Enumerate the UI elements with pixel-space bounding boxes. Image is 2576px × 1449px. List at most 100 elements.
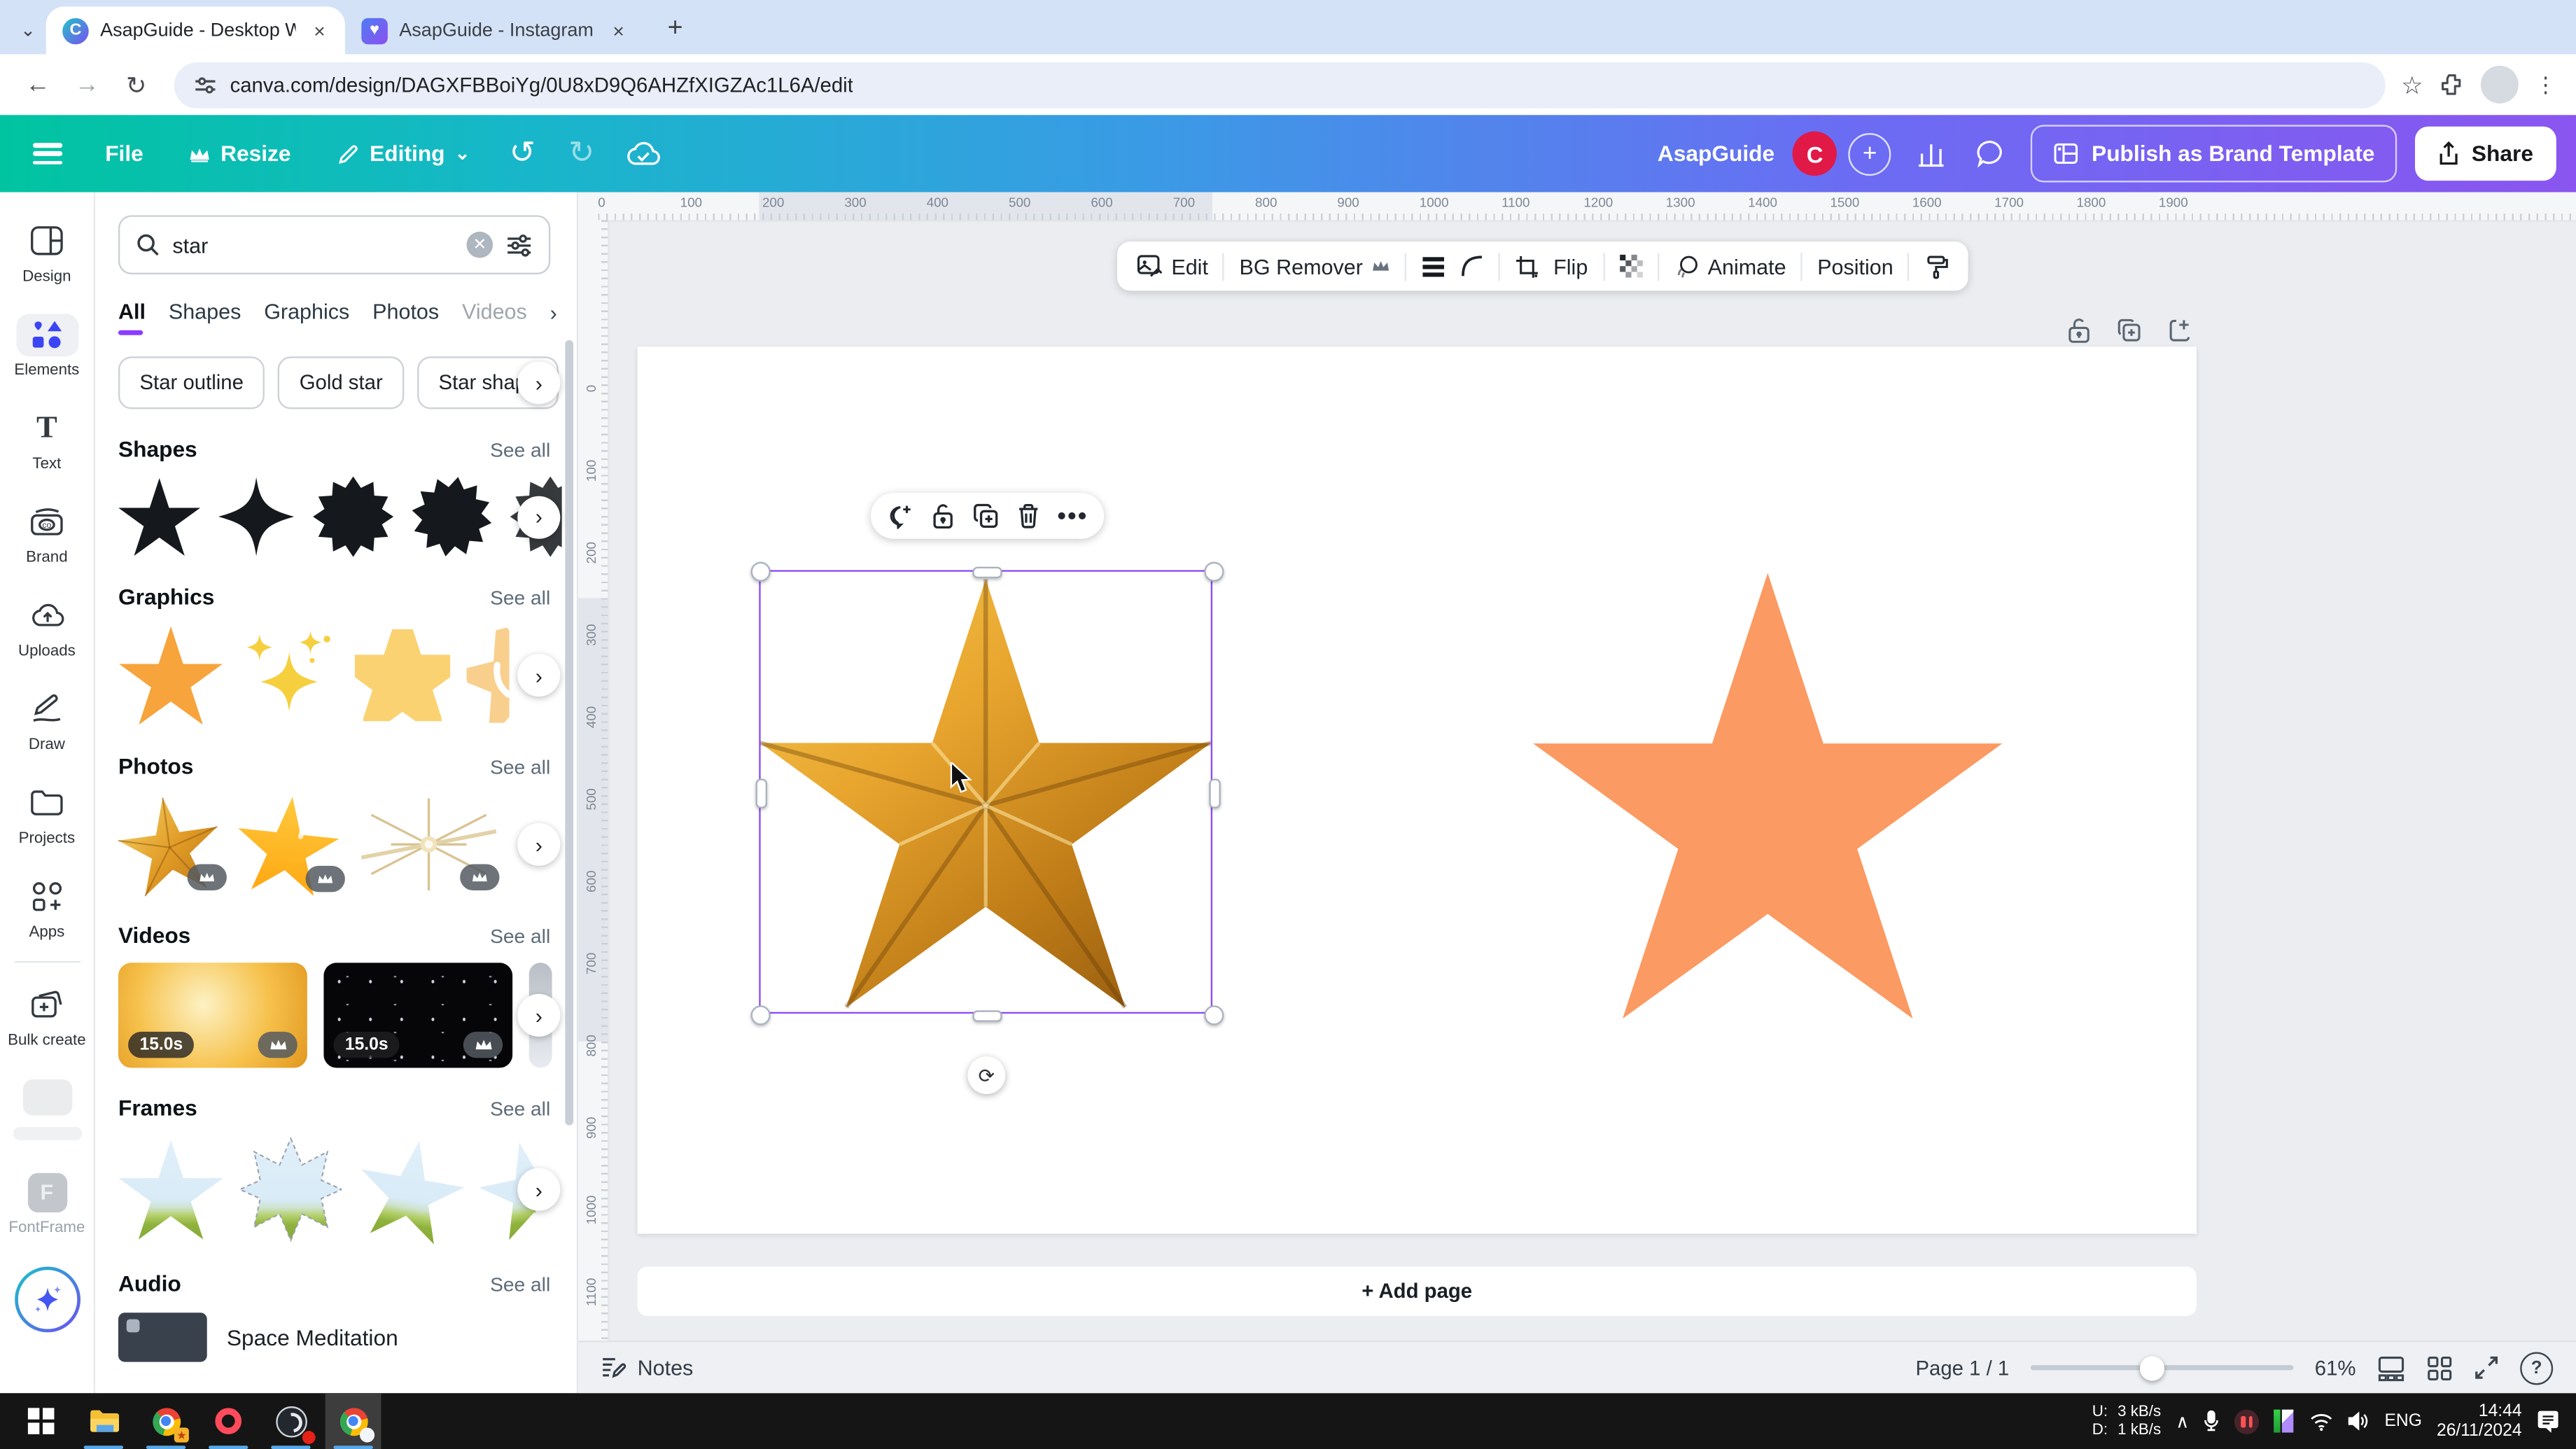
bookmark-star-icon[interactable]: ☆ <box>2401 70 2423 99</box>
tab-photos[interactable]: Photos <box>372 299 439 335</box>
main-menu-hamburger-icon[interactable] <box>20 143 76 164</box>
graphics-next-chevron-icon[interactable]: › <box>517 654 560 696</box>
comments-icon[interactable] <box>1970 139 2012 167</box>
graphic-puffy-star-item[interactable] <box>355 629 450 721</box>
resize-button[interactable]: Resize <box>173 127 307 180</box>
capture-app-icon[interactable] <box>2274 1410 2296 1433</box>
lock-page-icon[interactable] <box>2066 317 2091 344</box>
clock[interactable]: 14:44 26/11/2024 <box>2437 1401 2522 1441</box>
back-icon[interactable]: ← <box>16 63 59 106</box>
insights-chart-icon[interactable] <box>1910 141 1952 167</box>
address-bar[interactable]: canva.com/design/DAGXFBBoiYg/0U8xD9Q6AHZ… <box>174 62 2385 108</box>
corner-rounding-icon[interactable] <box>1460 255 1483 278</box>
add-page-icon[interactable] <box>2167 317 2194 344</box>
resize-handle-nw[interactable] <box>751 562 771 582</box>
wifi-icon[interactable] <box>2311 1412 2334 1430</box>
sidebar-item-apps[interactable]: Apps <box>1 861 92 955</box>
clear-search-icon[interactable]: ✕ <box>467 232 493 258</box>
photo-sparkle-burst-item[interactable] <box>355 795 503 894</box>
sidebar-item-design[interactable]: Design <box>1 205 92 299</box>
video-gold-bokeh-item[interactable]: 15.0s <box>118 962 307 1068</box>
undo-icon[interactable]: ↺ <box>500 134 546 172</box>
taskbar-obs[interactable] <box>263 1393 319 1449</box>
canvas-orange-star-element[interactable] <box>1528 564 2008 1025</box>
shapes-see-all-link[interactable]: See all <box>490 438 550 461</box>
frames-see-all-link[interactable]: See all <box>490 1097 550 1120</box>
tab-search-chevron-icon[interactable]: ⌄ <box>10 6 46 54</box>
photo-glossy-star-item[interactable] <box>237 794 339 896</box>
taskbar-opera[interactable] <box>200 1393 256 1449</box>
rotate-handle[interactable]: ⟳ <box>967 1056 1005 1094</box>
sidebar-item-text[interactable]: T Text <box>1 393 92 486</box>
shape-sparkle-item[interactable] <box>217 477 296 557</box>
sidebar-item-bulk-create[interactable]: Bulk create <box>1 969 92 1063</box>
resize-handle-sw[interactable] <box>751 1005 771 1025</box>
forward-icon[interactable]: → <box>66 63 108 106</box>
tab-shapes[interactable]: Shapes <box>169 299 241 335</box>
shape-star-item[interactable] <box>118 477 200 557</box>
position-button[interactable]: Position <box>1817 254 1893 279</box>
shapes-next-chevron-icon[interactable]: › <box>517 496 560 538</box>
videos-next-chevron-icon[interactable]: › <box>517 994 560 1037</box>
more-options-icon[interactable]: ••• <box>1058 502 1088 530</box>
graphic-star-item[interactable] <box>467 628 510 723</box>
photos-see-all-link[interactable]: See all <box>490 755 550 778</box>
grid-view-icon[interactable] <box>2426 1354 2453 1381</box>
flip-button[interactable]: Flip <box>1553 254 1588 279</box>
add-comment-icon[interactable] <box>886 503 913 528</box>
shape-burst-item[interactable] <box>411 477 493 557</box>
chip-star-outline[interactable]: Star outline <box>118 356 265 409</box>
zoom-slider-thumb[interactable] <box>2139 1355 2164 1380</box>
extensions-puzzle-icon[interactable] <box>2440 72 2464 97</box>
tab-graphics[interactable]: Graphics <box>264 299 349 335</box>
resize-handle-n[interactable] <box>972 566 1002 578</box>
help-button[interactable]: ? <box>2520 1351 2553 1384</box>
add-member-icon[interactable]: + <box>1849 132 1891 175</box>
video-starfield-item[interactable]: 15.0s <box>323 962 512 1068</box>
resize-handle-w[interactable] <box>755 778 766 808</box>
graphics-see-all-link[interactable]: See all <box>490 586 550 609</box>
share-button[interactable]: Share <box>2416 127 2556 181</box>
duplicate-page-icon[interactable] <box>2116 317 2143 344</box>
site-settings-icon[interactable] <box>194 73 217 96</box>
start-button[interactable] <box>13 1393 69 1449</box>
taskbar-chrome-active[interactable] <box>326 1393 382 1449</box>
zoom-slider[interactable] <box>2031 1365 2294 1370</box>
graphic-orange-star-item[interactable] <box>118 624 223 727</box>
animate-button[interactable]: Animate <box>1673 254 1786 279</box>
sidebar-item-elements[interactable]: Elements <box>1 299 92 393</box>
tab-close-icon[interactable]: × <box>606 18 631 43</box>
chips-next-chevron-icon[interactable]: › <box>517 361 560 404</box>
recording-paused-icon[interactable] <box>2235 1409 2260 1434</box>
language-indicator[interactable]: ENG <box>2384 1411 2421 1431</box>
sidebar-item-uploads[interactable]: Uploads <box>1 580 92 673</box>
volume-icon[interactable] <box>2348 1411 2370 1431</box>
frame-burst-star-item[interactable] <box>240 1135 342 1244</box>
chip-gold-star[interactable]: Gold star <box>278 356 404 409</box>
audio-see-all-link[interactable]: See all <box>490 1273 550 1296</box>
taskbar-file-explorer[interactable] <box>76 1393 132 1449</box>
editing-mode-button[interactable]: Editing ⌄ <box>321 127 486 180</box>
browser-menu-kebab-icon[interactable]: ⋮ <box>2535 71 2556 98</box>
tab-close-icon[interactable]: × <box>307 18 332 43</box>
photos-next-chevron-icon[interactable]: › <box>517 823 560 866</box>
frames-next-chevron-icon[interactable]: › <box>517 1168 560 1211</box>
fullscreen-icon[interactable] <box>2474 1355 2498 1380</box>
bg-remover-button[interactable]: BG Remover <box>1240 254 1390 279</box>
browser-profile-avatar[interactable] <box>2481 66 2519 104</box>
duplicate-icon[interactable] <box>972 503 998 529</box>
tab-all[interactable]: All <box>118 299 146 335</box>
tray-expand-chevron-icon[interactable]: ∧ <box>2176 1410 2189 1432</box>
graphic-sparkles-item[interactable] <box>240 626 339 724</box>
taskbar-chrome-profile1[interactable]: ★ <box>138 1393 194 1449</box>
shape-burst-item[interactable] <box>312 477 394 557</box>
browser-tab-canva-instagram[interactable]: ♥ AsapGuide - Instagram Post × <box>345 6 644 54</box>
magic-assistant-button[interactable] <box>14 1266 80 1332</box>
reload-icon[interactable]: ↻ <box>115 63 158 106</box>
delete-trash-icon[interactable] <box>1016 503 1040 529</box>
sidebar-item-draw[interactable]: Draw <box>1 673 92 767</box>
resize-handle-se[interactable] <box>1204 1005 1224 1025</box>
videos-see-all-link[interactable]: See all <box>490 924 550 947</box>
redo-icon[interactable]: ↻ <box>559 134 605 172</box>
filter-sliders-icon[interactable] <box>506 232 533 257</box>
